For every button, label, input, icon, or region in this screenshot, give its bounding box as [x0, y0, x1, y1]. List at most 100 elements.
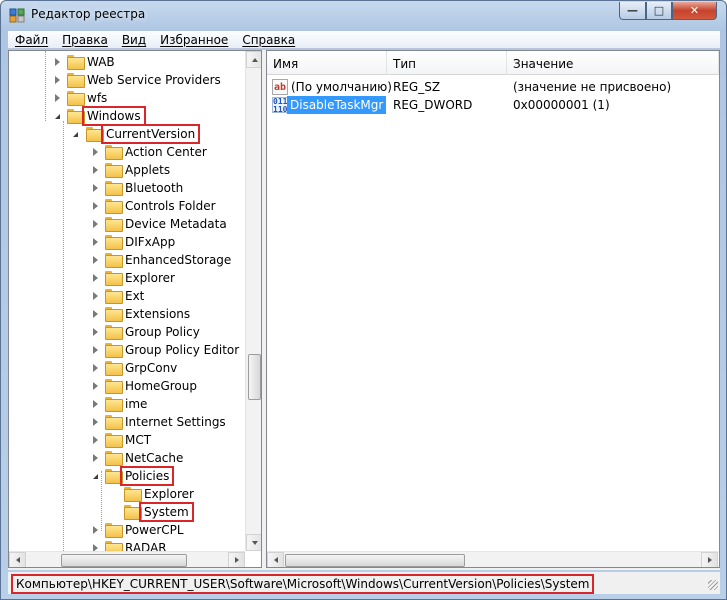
tree-node[interactable]: HomeGroup: [9, 377, 245, 395]
maximize-button[interactable]: □: [646, 2, 672, 20]
collapsed-arrow-icon[interactable]: [93, 526, 98, 534]
folder-icon: [105, 415, 123, 430]
expanded-arrow-icon[interactable]: [73, 132, 78, 137]
minimize-button[interactable]: —: [619, 2, 646, 20]
key-tree-pane[interactable]: WAB Web Service Providers wfs Windows Curren…: [8, 50, 262, 568]
tree-node-label: ime: [125, 397, 148, 411]
collapsed-arrow-icon[interactable]: [93, 238, 98, 246]
tree-hscroll-thumb[interactable]: [61, 554, 187, 567]
column-value[interactable]: Значение: [507, 51, 719, 75]
expanded-arrow-icon[interactable]: [55, 114, 60, 119]
tree-node[interactable]: Controls Folder: [9, 197, 245, 215]
collapsed-arrow-icon[interactable]: [93, 202, 98, 210]
collapsed-arrow-icon[interactable]: [93, 148, 98, 156]
tree-node[interactable]: NetCache: [9, 449, 245, 467]
value-data: (значение не присвоено): [513, 80, 672, 94]
folder-icon: [67, 55, 85, 70]
value-row-default[interactable]: ab (По умолчанию) REG_SZ (значение не пр…: [267, 78, 719, 96]
tree-node[interactable]: GrpConv: [9, 359, 245, 377]
tree-node-label: Internet Settings: [125, 415, 226, 429]
values-horizontal-scrollbar[interactable]: [267, 551, 718, 567]
collapsed-arrow-icon[interactable]: [93, 292, 98, 300]
values-pane[interactable]: Имя Тип Значение ab (По умолчанию) REG_S…: [266, 50, 720, 568]
scroll-up-button[interactable]: [246, 51, 261, 68]
collapsed-arrow-icon[interactable]: [93, 364, 98, 372]
tree-node[interactable]: Applets: [9, 161, 245, 179]
menu-bar: Файл Правка Вид Избранное Справка: [8, 31, 720, 49]
collapsed-arrow-icon[interactable]: [93, 400, 98, 408]
value-row-disabletaskmgr[interactable]: 011 110 DisableTaskMgr REG_DWORD 0x000000…: [267, 96, 719, 114]
tree-node[interactable]: Bluetooth: [9, 179, 245, 197]
tree-node[interactable]: Explorer: [9, 269, 245, 287]
tree-node[interactable]: Internet Settings: [9, 413, 245, 431]
tree-node[interactable]: Extensions: [9, 305, 245, 323]
arrow-left-icon: [16, 557, 20, 563]
collapsed-arrow-icon[interactable]: [93, 310, 98, 318]
folder-icon: [105, 217, 123, 232]
tree-node[interactable]: System: [9, 503, 245, 521]
folder-icon: [105, 469, 123, 484]
collapsed-arrow-icon[interactable]: [55, 94, 60, 102]
column-name[interactable]: Имя: [267, 51, 387, 75]
collapsed-arrow-icon[interactable]: [93, 328, 98, 336]
collapsed-arrow-icon[interactable]: [93, 454, 98, 462]
tree-node[interactable]: Device Metadata: [9, 215, 245, 233]
menu-file[interactable]: Файл: [8, 33, 55, 47]
menu-edit[interactable]: Правка: [55, 33, 115, 47]
collapsed-arrow-icon[interactable]: [93, 544, 98, 551]
tree-guide-line: [45, 51, 46, 121]
tree-vertical-scrollbar[interactable]: [245, 51, 261, 551]
collapsed-arrow-icon[interactable]: [93, 184, 98, 192]
tree-node[interactable]: MCT: [9, 431, 245, 449]
tree-node-label: Bluetooth: [125, 181, 184, 195]
folder-icon: [105, 307, 123, 322]
menu-view[interactable]: Вид: [115, 33, 153, 47]
highlight-box: [101, 124, 200, 144]
highlight-box: [82, 106, 146, 126]
collapsed-arrow-icon[interactable]: [93, 382, 98, 390]
expanded-arrow-icon[interactable]: [93, 474, 98, 479]
tree-scroll-right-button[interactable]: [228, 552, 245, 567]
collapsed-arrow-icon[interactable]: [93, 346, 98, 354]
tree-horizontal-scrollbar[interactable]: [9, 551, 245, 567]
title-bar[interactable]: Редактор реестра — □ ✕: [1, 1, 726, 29]
column-type[interactable]: Тип: [387, 51, 507, 75]
tree-node-label: GrpConv: [125, 361, 178, 375]
close-button[interactable]: ✕: [672, 2, 717, 20]
tree-node[interactable]: Group Policy Editor: [9, 341, 245, 359]
collapsed-arrow-icon[interactable]: [93, 436, 98, 444]
folder-icon: [124, 505, 142, 520]
collapsed-arrow-icon[interactable]: [93, 256, 98, 264]
resize-grip-icon[interactable]: [708, 580, 718, 590]
tree-node[interactable]: Group Policy: [9, 323, 245, 341]
collapsed-arrow-icon[interactable]: [93, 274, 98, 282]
folder-icon: [105, 523, 123, 538]
menu-help[interactable]: Справка: [235, 33, 302, 47]
tree-node[interactable]: ime: [9, 395, 245, 413]
arrow-right-icon: [708, 557, 712, 563]
values-hscroll-thumb[interactable]: [285, 554, 465, 567]
collapsed-arrow-icon[interactable]: [93, 166, 98, 174]
tree-scroll-left-button[interactable]: [9, 552, 26, 567]
tree-node[interactable]: Explorer: [9, 485, 245, 503]
collapsed-arrow-icon[interactable]: [55, 58, 60, 66]
values-scroll-left-button[interactable]: [267, 552, 284, 567]
collapsed-arrow-icon[interactable]: [55, 76, 60, 84]
value-name: (По умолчанию): [291, 80, 392, 94]
folder-icon: [105, 451, 123, 466]
tree-node[interactable]: Action Center: [9, 143, 245, 161]
folder-icon: [105, 253, 123, 268]
tree-node[interactable]: EnhancedStorage: [9, 251, 245, 269]
tree-scroll-thumb[interactable]: [248, 354, 261, 400]
tree-node[interactable]: Ext: [9, 287, 245, 305]
collapsed-arrow-icon[interactable]: [93, 220, 98, 228]
key-tree: WAB Web Service Providers wfs Windows Curren…: [9, 51, 245, 551]
scroll-down-button[interactable]: [246, 534, 261, 551]
arrow-right-icon: [235, 557, 239, 563]
values-scroll-right-button[interactable]: [701, 552, 718, 567]
collapsed-arrow-icon[interactable]: [93, 418, 98, 426]
menu-favorites[interactable]: Избранное: [153, 33, 235, 47]
tree-node[interactable]: DIFxApp: [9, 233, 245, 251]
tree-node[interactable]: PowerCPL: [9, 521, 245, 539]
tree-node[interactable]: RADAR: [9, 539, 245, 551]
